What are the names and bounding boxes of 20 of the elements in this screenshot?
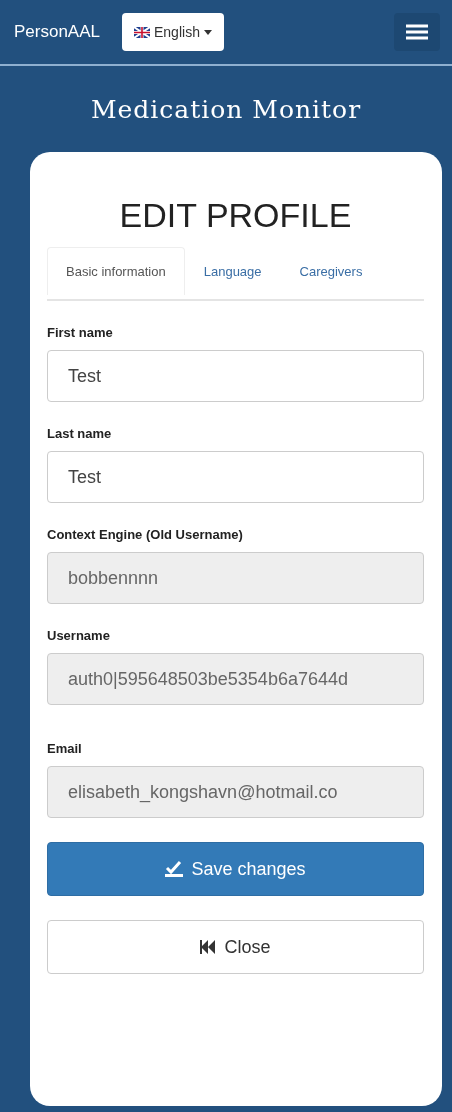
input-field[interactable]: Test <box>47 350 424 402</box>
flag-icon <box>134 26 150 38</box>
menu-button[interactable] <box>394 13 440 51</box>
page-heading: EDIT PROFILE <box>118 196 353 235</box>
tab[interactable]: Basic information <box>47 247 185 295</box>
input-field[interactable]: Test <box>47 451 424 503</box>
language-dropdown[interactable]: English <box>122 13 224 51</box>
field-label: First name <box>47 325 114 340</box>
brand-name[interactable]: PersonAAL <box>14 22 100 42</box>
fast-backward-icon <box>200 940 217 954</box>
field-label: Email <box>47 741 83 756</box>
field-label: Username <box>47 628 111 643</box>
menu-icon <box>406 24 428 40</box>
app-title: Medication Monitor <box>89 93 363 126</box>
field-label: Last name <box>47 426 113 441</box>
save-button[interactable]: Save changes <box>47 842 424 896</box>
close-button[interactable]: Close <box>47 920 424 974</box>
check-icon <box>165 861 184 877</box>
field-label: Context Engine (Old Username) <box>47 527 244 542</box>
caret-icon <box>203 29 212 35</box>
